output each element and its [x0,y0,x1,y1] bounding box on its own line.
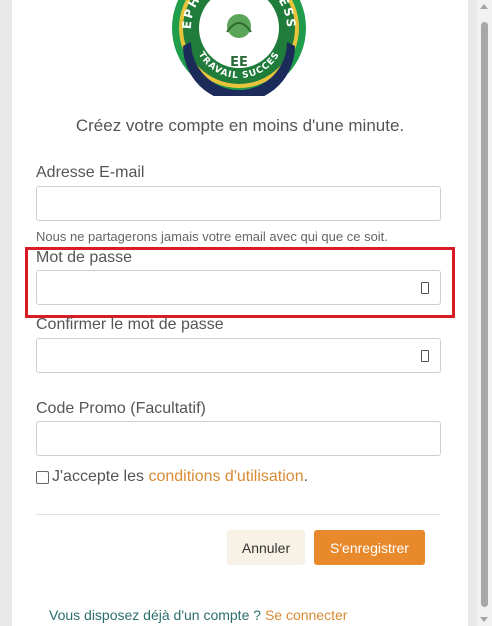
cancel-button[interactable]: Annuler [227,530,305,565]
vertical-scrollbar[interactable] [477,0,492,626]
register-button[interactable]: S'enregistrer [314,530,425,565]
scrollbar-thumb[interactable] [481,22,488,607]
login-prompt: Vous disposez déjà d'un compte ? Se conn… [49,607,347,623]
email-help-text: Nous ne partagerons jamais votre email a… [36,229,388,244]
login-prefix: Vous disposez déjà d'un compte ? [49,607,265,623]
page-subtitle: Créez votre compte en moins d'une minute… [75,116,405,135]
company-logo: EPHATA BUSINESS TRAVAIL SUCCES EE [172,0,306,96]
terms-text: J'accepte les conditions d'utilisation. [52,468,308,486]
scroll-down-icon[interactable] [480,617,488,622]
logo-initials: EE [230,55,248,70]
login-link[interactable]: Se connecter [265,607,348,623]
confirm-password-toggle-icon[interactable] [421,350,429,362]
email-field[interactable] [36,186,441,221]
email-label: Adresse E-mail [36,164,145,181]
confirm-password-label: Confirmer le mot de passe [36,316,224,333]
scroll-up-icon[interactable] [480,4,488,9]
terms-suffix: . [303,468,309,485]
terms-checkbox[interactable] [36,471,49,484]
promo-label: Code Promo (Facultatif) [36,400,206,417]
divider [36,514,440,515]
confirm-password-field[interactable] [36,338,441,373]
terms-link[interactable]: conditions d'utilisation [148,468,303,485]
highlight-box [25,247,455,318]
promo-field[interactable] [36,421,441,456]
terms-prefix: J'accepte les [52,468,149,485]
